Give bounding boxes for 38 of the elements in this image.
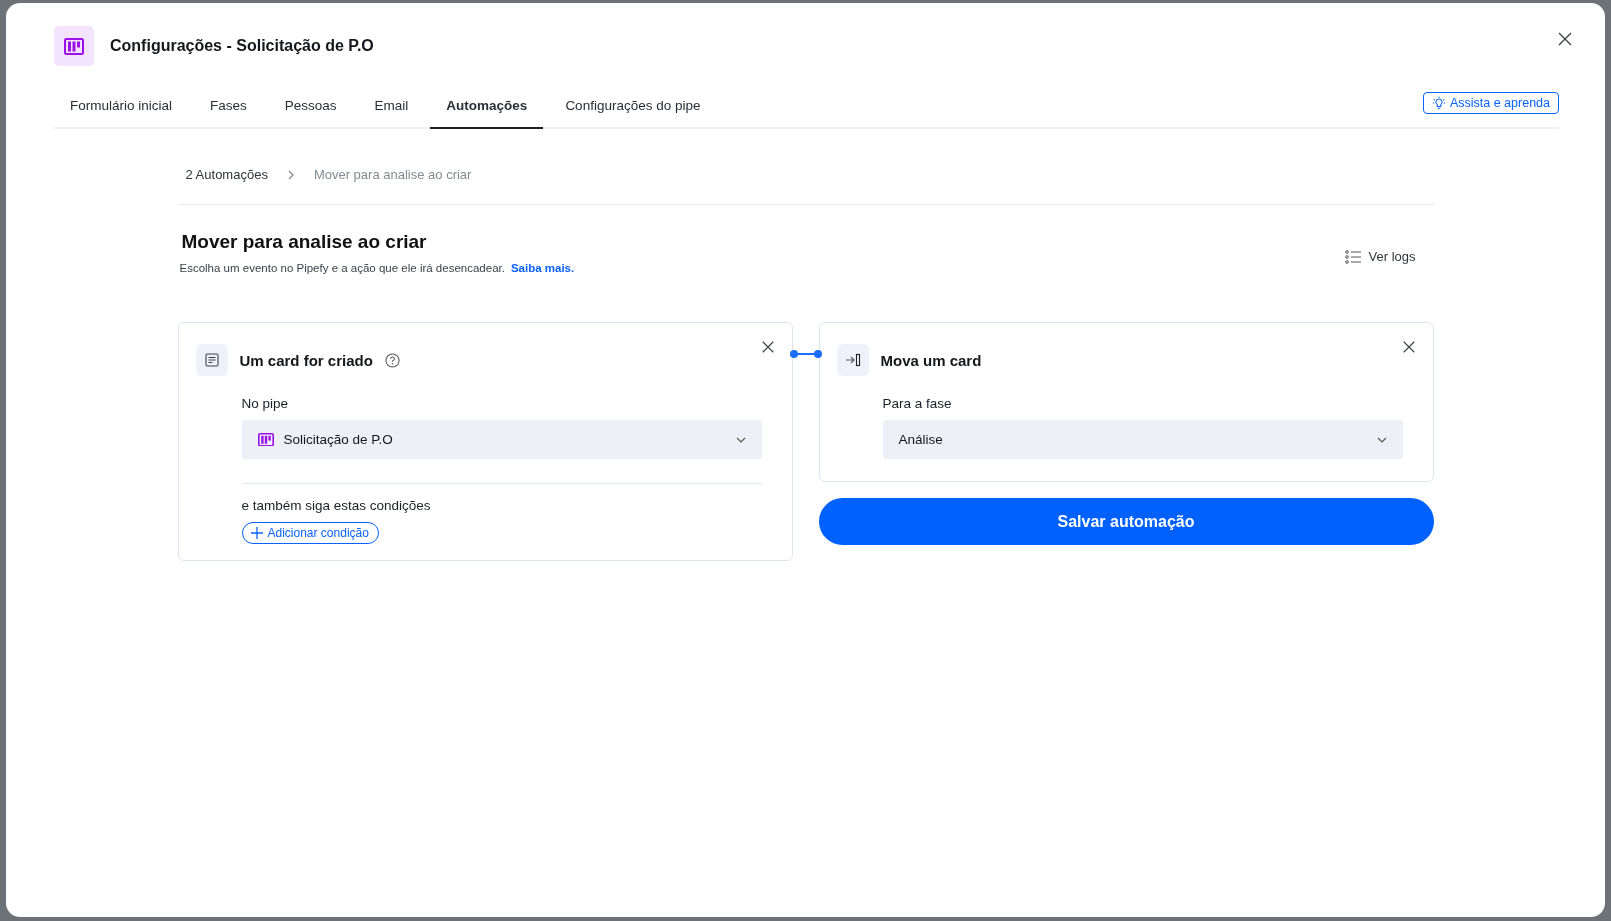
list-icon	[1344, 249, 1361, 264]
pipe-select[interactable]: Solicitação de P.O	[241, 420, 762, 459]
pipe-icon	[64, 37, 84, 55]
breadcrumb-item: Mover para analise ao criar	[313, 167, 472, 182]
help-icon[interactable]	[384, 352, 400, 368]
connector-line	[788, 349, 823, 359]
action-title: Mova um card	[880, 351, 982, 369]
tab[interactable]: Fases	[194, 86, 263, 129]
tab[interactable]: Automações	[430, 86, 544, 129]
form-icon	[195, 344, 228, 376]
tab[interactable]: Email	[358, 86, 425, 129]
move-icon	[836, 344, 869, 376]
tab[interactable]: Pessoas	[268, 86, 353, 129]
close-icon	[1401, 340, 1416, 354]
field-label: No pipe	[241, 396, 290, 411]
conditions-label: e também siga estas condições	[241, 498, 432, 513]
close-icon	[760, 340, 775, 354]
automation-description: Escolha um evento no Pipefy e a ação que ele irá desencadear. Saiba mais.	[179, 262, 575, 274]
help-button[interactable]: Assista e aprenda	[1422, 91, 1559, 114]
lightbulb-icon	[1431, 95, 1446, 110]
tab[interactable]: Formulário inicial	[54, 86, 189, 129]
breadcrumb-item[interactable]: 2 Automações	[185, 167, 268, 182]
dialog-title: Configurações - Solicitação de P.O	[110, 37, 374, 55]
field-label: Para a fase	[882, 396, 953, 411]
phase-select[interactable]: Análise	[882, 420, 1403, 459]
trigger-title: Um card for criado	[239, 351, 373, 369]
save-automation-button[interactable]: Salvar automação	[818, 498, 1434, 545]
chevron-right-icon	[287, 169, 294, 180]
add-condition-button[interactable]: Adicionar condição	[241, 522, 379, 544]
view-logs-button[interactable]: Ver logs	[1338, 245, 1422, 268]
pipe-icon	[257, 432, 274, 447]
learn-more-link[interactable]: Saiba mais.	[510, 262, 575, 274]
plus-icon	[249, 526, 264, 540]
automation-title: Mover para analise ao criar	[181, 231, 428, 253]
chevron-down-icon	[735, 436, 746, 443]
chevron-down-icon	[1376, 436, 1387, 443]
close-icon	[1557, 31, 1573, 47]
tab[interactable]: Configurações do pipe	[549, 86, 717, 129]
